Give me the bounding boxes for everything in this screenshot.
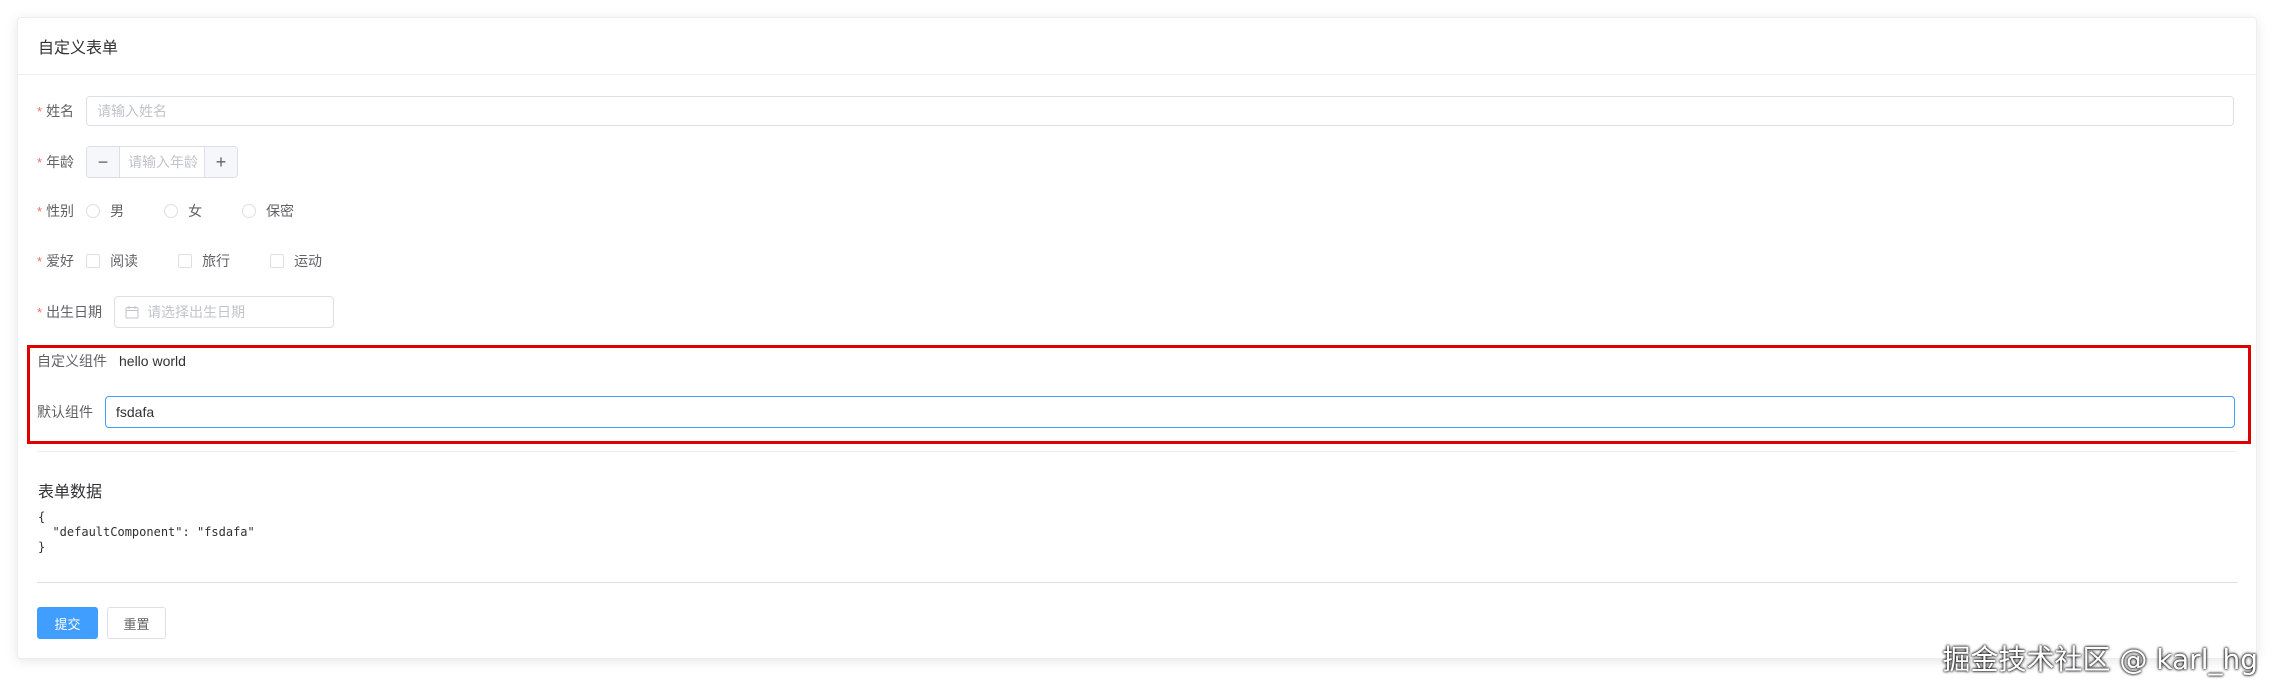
divider — [37, 582, 2237, 583]
radio-circle-icon — [86, 204, 101, 218]
age-form-item: * 年龄 − 请输入年龄 + — [37, 146, 239, 178]
default-component-input[interactable]: fsdafa — [105, 396, 2235, 428]
radio-circle-icon — [164, 204, 179, 218]
card-title: 自定义表单 — [38, 40, 119, 57]
age-placeholder: 请输入年龄 — [128, 154, 199, 170]
checkbox-travel[interactable]: 旅行 — [178, 251, 230, 271]
divider — [37, 451, 2237, 452]
default-component-label: 默认组件 — [37, 404, 93, 420]
age-stepper: − 请输入年龄 + — [86, 146, 239, 178]
radio-label: 男 — [110, 203, 125, 219]
form-data-json: { "defaultComponent": "fsdafa" } — [38, 510, 255, 554]
checkbox-label: 阅读 — [110, 253, 139, 269]
highlight-box — [27, 345, 2251, 444]
decrease-button[interactable]: − — [87, 147, 121, 177]
age-label: 年龄 — [46, 154, 75, 170]
gender-form-item: * 性别 男 女 保密 — [37, 201, 334, 221]
age-input[interactable]: 请输入年龄 — [120, 147, 204, 177]
birthday-form-item: * 出生日期 请选择出生日期 — [37, 296, 335, 328]
name-placeholder: 请输入姓名 — [97, 103, 168, 119]
radio-secret[interactable]: 保密 — [242, 201, 294, 221]
radio-label: 保密 — [266, 203, 295, 219]
gender-label: 性别 — [46, 203, 75, 219]
radio-male[interactable]: 男 — [86, 201, 124, 221]
required-mark: * — [37, 304, 43, 320]
submit-button[interactable]: 提交 — [37, 607, 98, 639]
birthday-placeholder: 请选择出生日期 — [147, 304, 246, 320]
name-input[interactable]: 请输入姓名 — [86, 96, 2235, 126]
checkbox-icon — [178, 254, 193, 268]
checkbox-label: 旅行 — [202, 253, 231, 269]
form-data-title: 表单数据 — [38, 484, 103, 501]
birthday-label: 出生日期 — [46, 304, 103, 320]
card-header: 自定义表单 — [18, 18, 2256, 75]
checkbox-reading[interactable]: 阅读 — [86, 251, 138, 271]
required-mark: * — [37, 154, 43, 170]
increase-button[interactable]: + — [204, 147, 238, 177]
radio-label: 女 — [188, 203, 203, 219]
default-component-form-item: 默认组件 fsdafa — [37, 396, 2235, 428]
required-mark: * — [37, 103, 43, 119]
checkbox-sport[interactable]: 运动 — [270, 251, 322, 271]
reset-button[interactable]: 重置 — [107, 607, 166, 639]
watermark: 掘金技术社区 @ karl_hg — [1942, 643, 2259, 676]
default-component-value: fsdafa — [116, 404, 155, 420]
name-form-item: * 姓名 请输入姓名 — [37, 96, 2235, 126]
custom-component-label: 自定义组件 — [37, 353, 107, 369]
checkbox-label: 运动 — [294, 253, 323, 269]
birthday-picker[interactable]: 请选择出生日期 — [114, 296, 335, 328]
hobby-form-item: * 爱好 阅读 旅行 运动 — [37, 251, 362, 271]
calendar-icon — [125, 306, 139, 319]
required-mark: * — [37, 253, 43, 269]
name-label: 姓名 — [46, 103, 75, 119]
custom-component-form-item: 自定义组件 hello world — [37, 351, 186, 371]
radio-female[interactable]: 女 — [164, 201, 202, 221]
hobby-label: 爱好 — [46, 253, 75, 269]
custom-component-value: hello world — [119, 353, 186, 369]
required-mark: * — [37, 203, 43, 219]
checkbox-icon — [270, 254, 285, 268]
radio-circle-icon — [242, 204, 257, 218]
checkbox-icon — [86, 254, 101, 268]
